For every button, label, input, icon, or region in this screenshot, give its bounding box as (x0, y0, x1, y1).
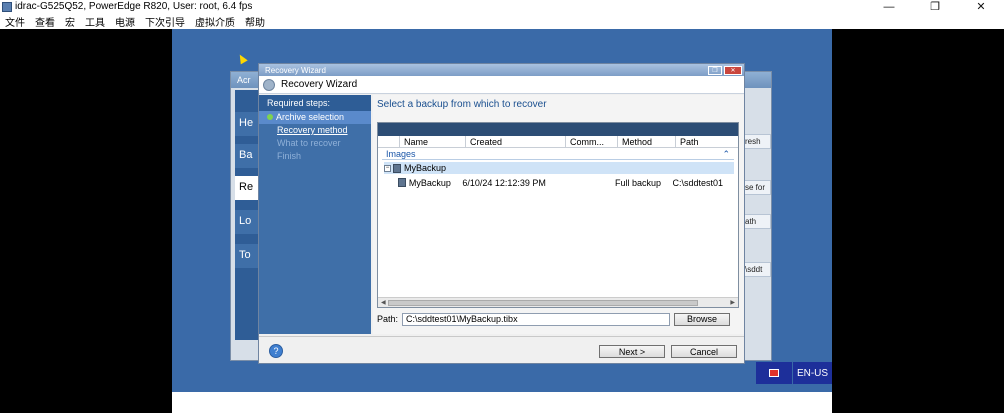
row-name: MyBackup (408, 177, 451, 188)
column-header-row: Name Created Comm... Method Path (378, 136, 738, 148)
wizard-restore-button[interactable]: ❐ (708, 65, 722, 75)
images-group-label: Images (386, 149, 416, 159)
table-row[interactable]: MyBackup 6/10/24 12:12:39 PM Full backup… (384, 176, 734, 189)
recovery-wizard-dialog: Recovery Wizard ❐ ✕ Recovery Wizard Requ… (258, 63, 745, 364)
current-step-icon (267, 114, 273, 120)
tree-root-label: MyBackup (404, 163, 447, 173)
wizard-footer: ? Next > Cancel (259, 336, 744, 363)
column-comment[interactable]: Comm... (566, 136, 618, 147)
step-recovery-method[interactable]: Recovery method (259, 124, 371, 137)
menu-virtual-media[interactable]: 虚拟介质 (190, 14, 240, 29)
collapse-minus-icon[interactable]: − (384, 164, 391, 172)
restore-button[interactable]: ❐ (912, 0, 958, 13)
window-title: idrac-G525Q52, PowerEdge R820, User: roo… (15, 1, 253, 12)
step-what-to-recover: What to recover (277, 138, 341, 148)
column-created[interactable]: Created (466, 136, 566, 147)
wizard-main-panel: Select a backup from which to recover Na… (373, 95, 744, 334)
remote-console-titlebar: idrac-G525Q52, PowerEdge R820, User: roo… (0, 0, 1004, 13)
remote-screen: Acr He Ba Re Lo To resh se for ath \sddt… (0, 29, 1004, 413)
path-label: Path: (377, 314, 399, 324)
wizard-header-title: Recovery Wizard (281, 79, 358, 90)
wizard-window-title: Recovery Wizard (265, 65, 326, 75)
app-icon (2, 1, 12, 12)
browse-button[interactable]: Browse (674, 312, 731, 326)
mouse-cursor-icon (236, 52, 248, 65)
close-button[interactable]: ✕ (958, 0, 1004, 13)
backup-file-icon (397, 178, 406, 187)
step-finish: Finish (277, 151, 302, 161)
wizard-titlebar: Recovery Wizard ❐ ✕ (259, 64, 744, 76)
collapse-chevron-icon[interactable]: ⌃ (722, 149, 730, 159)
step-archive-selection: Archive selection (259, 111, 371, 124)
tray-language[interactable]: EN-US (793, 362, 832, 384)
remote-desktop: Acr He Ba Re Lo To resh se for ath \sddt… (172, 29, 832, 413)
cancel-button[interactable]: Cancel (671, 345, 737, 358)
minimize-button[interactable]: — (866, 0, 912, 13)
images-group[interactable]: Images ⌃ (382, 148, 734, 160)
acronis-logo-icon (263, 78, 275, 91)
wizard-close-button[interactable]: ✕ (724, 65, 742, 75)
column-path[interactable]: Path (676, 136, 738, 147)
backup-archive-icon (393, 163, 401, 173)
flag-icon (769, 369, 779, 377)
horizontal-scrollbar[interactable]: ◀ ▶ (378, 297, 738, 307)
column-name[interactable]: Name (400, 136, 466, 147)
scroll-right-icon[interactable]: ▶ (730, 299, 735, 306)
path-input[interactable] (402, 312, 671, 326)
scroll-left-icon[interactable]: ◀ (381, 299, 386, 306)
help-icon[interactable]: ? (269, 344, 283, 358)
menu-help[interactable]: 帮助 (240, 14, 270, 29)
steps-heading: Required steps: (259, 95, 371, 111)
next-button[interactable]: Next > (599, 345, 665, 358)
background-path-value: \sddt (743, 262, 771, 277)
remote-taskbar (172, 392, 832, 413)
row-path: C:\sddtest01 (672, 177, 724, 188)
menu-macro[interactable]: 宏 (60, 14, 80, 29)
column-method[interactable]: Method (618, 136, 676, 147)
menubar: 文件 查看 宏 工具 电源 下次引导 虚拟介质 帮助 (0, 13, 1004, 29)
background-refresh-label: resh (743, 134, 771, 149)
menu-view[interactable]: 查看 (30, 14, 60, 29)
column-spacer (378, 136, 400, 147)
menu-file[interactable]: 文件 (0, 14, 30, 29)
backup-list[interactable]: Name Created Comm... Method Path Images … (377, 122, 739, 308)
menu-tools[interactable]: 工具 (80, 14, 110, 29)
row-created: 6/10/24 12:12:39 PM (462, 177, 546, 188)
list-toolbar (378, 123, 738, 136)
row-method: Full backup (615, 177, 662, 188)
wizard-header: Recovery Wizard (259, 76, 744, 94)
menu-power[interactable]: 电源 (110, 14, 140, 29)
main-title: Select a backup from which to recover (377, 99, 547, 110)
wizard-steps-panel: Required steps: Archive selection Recove… (259, 95, 371, 334)
tray-flag-icon[interactable] (756, 362, 792, 384)
scrollbar-thumb[interactable] (388, 299, 698, 306)
menu-next-boot[interactable]: 下次引导 (140, 14, 190, 29)
path-row: Path: Browse (377, 312, 739, 326)
background-path-label: ath (743, 214, 771, 229)
background-browse-label: se for (743, 180, 771, 195)
tree-root-mybackup[interactable]: − MyBackup (384, 162, 734, 174)
